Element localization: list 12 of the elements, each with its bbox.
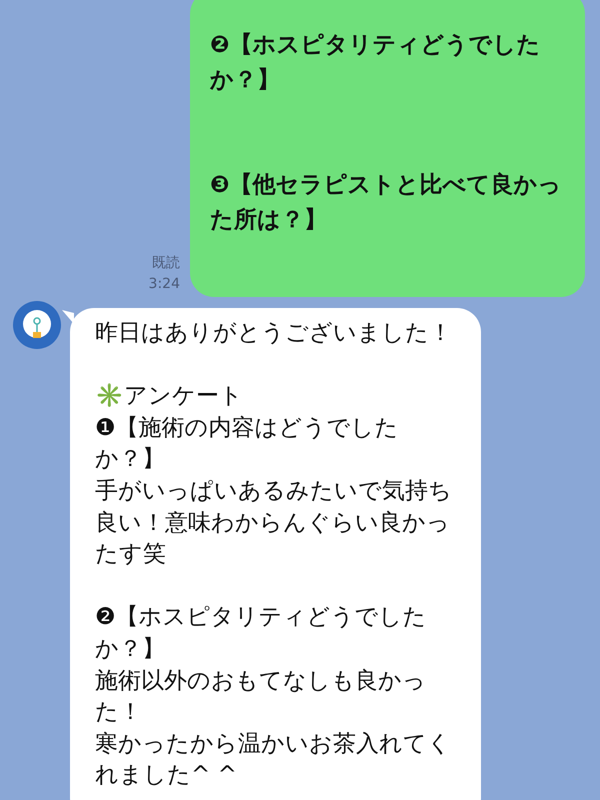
message-text: ❶【施術の内容はどうでしたか？】 [95, 414, 400, 474]
avatar-icon[interactable] [13, 301, 61, 349]
message-text: 昨日はありがとうございました！ [95, 319, 453, 348]
message-text: ✳アンケート [95, 382, 244, 412]
message-text: ❷【ホスピタリティどうでしたか？】 [95, 603, 428, 664]
message-text: ❸【他セラピストと比べて良かった所は？】 [210, 171, 562, 235]
message-time: 3:24 [148, 275, 180, 294]
message-text: ❷【ホスピタリティどうでしたか？】 [210, 31, 542, 95]
read-receipt: 既読 [152, 254, 180, 273]
message-text: 寒かったから温かいお茶入れてくれました^ ^ [95, 730, 452, 790]
message-text: 手がいっぱいあるみたいで気持ち良い！意味わからんぐらい良かったす笑 [95, 476, 453, 570]
message-text: 施術以外のおもてなしも良かった！ [95, 666, 427, 728]
